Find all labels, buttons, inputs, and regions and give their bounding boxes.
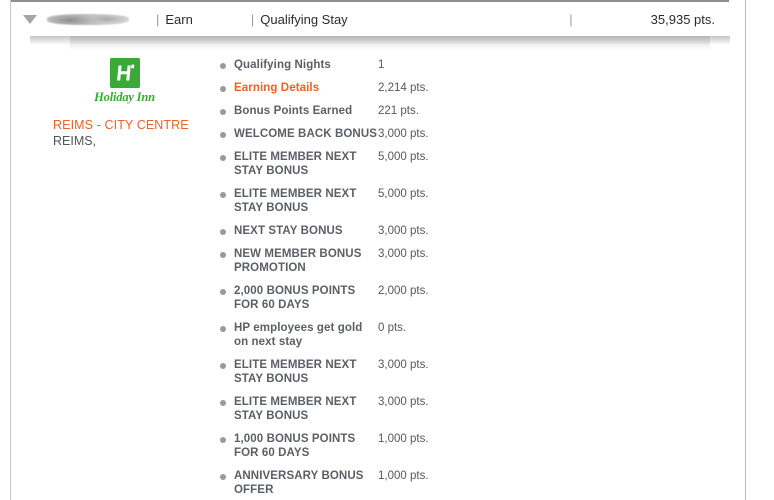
earning-detail-list: Qualifying Nights 1 Earning Details 2,214 p… — [220, 58, 550, 500]
header-earn-cell: | Earn — [156, 12, 193, 27]
earning-detail-row: WELCOME BACK BONUS 3,000 pts. — [220, 127, 550, 141]
bullet-icon — [220, 229, 226, 235]
bullet-icon — [220, 86, 226, 92]
bullet-icon — [220, 437, 226, 443]
earning-detail-label: ELITE MEMBER NEXT STAY BONUS — [234, 188, 357, 214]
stay-detail-body: Holiday Inn REIMS - CITY CENTRE REIMS, Q… — [11, 45, 729, 500]
bullet-icon — [220, 474, 226, 480]
earning-detail-label: HP employees get gold on next stay — [234, 322, 363, 348]
redacted-date-field — [47, 13, 129, 25]
earning-detail-label: ANNIVERSARY BONUS OFFER — [234, 470, 364, 496]
bullet-icon — [220, 132, 226, 138]
earning-detail-row: Qualifying Nights 1 — [220, 58, 550, 72]
earning-detail-row: ANNIVERSARY BONUS OFFER 1,000 pts. — [220, 469, 550, 497]
separator-pipe-2: | — [250, 11, 255, 27]
bullet-icon — [220, 109, 226, 115]
earning-detail-value: 2,214 pts. — [378, 82, 429, 94]
earning-detail-value: 3,000 pts. — [378, 396, 429, 408]
header-stay-type-label: Qualifying Stay — [260, 11, 348, 27]
earning-detail-value: 3,000 pts. — [378, 248, 429, 260]
bullet-icon — [220, 400, 226, 406]
holiday-inn-logo: Holiday Inn — [53, 58, 218, 105]
header-points-total: 35,935 pts. — [650, 11, 715, 27]
earning-detail-row: ELITE MEMBER NEXT STAY BONUS 3,000 pts. — [220, 395, 550, 423]
earning-details-link[interactable]: Earning Details — [234, 81, 378, 95]
earning-detail-label: WELCOME BACK BONUS — [234, 128, 377, 140]
hotel-info-block: Holiday Inn REIMS - CITY CENTRE REIMS, — [53, 58, 218, 148]
brand-wordmark: Holiday Inn — [94, 90, 155, 104]
header-stay-type-cell: | Qualifying Stay — [251, 12, 348, 27]
earning-detail-row: Earning Details 2,214 pts. — [220, 81, 550, 95]
earning-detail-value: 3,000 pts. — [378, 359, 429, 371]
earning-detail-row: NEW MEMBER BONUS PROMOTION 3,000 pts. — [220, 247, 550, 275]
earning-detail-row: 2,000 BONUS POINTS FOR 60 DAYS 2,000 pts. — [220, 284, 550, 312]
earning-detail-label: NEXT STAY BONUS — [234, 225, 343, 237]
earning-detail-row: ELITE MEMBER NEXT STAY BONUS 5,000 pts. — [220, 150, 550, 178]
header-earn-label: Earn — [165, 11, 193, 27]
bullet-icon — [220, 192, 226, 198]
earning-detail-value: 2,000 pts. — [378, 285, 429, 297]
separator-pipe-1: | — [156, 11, 160, 27]
earning-detail-label: Qualifying Nights — [234, 59, 331, 71]
page-root: | Earn | Qualifying Stay | 35,935 pts. H… — [0, 0, 774, 500]
hotel-property-name[interactable]: REIMS - CITY CENTRE — [53, 118, 218, 132]
earning-detail-label: ELITE MEMBER NEXT STAY BONUS — [234, 359, 357, 385]
earning-detail-value: 5,000 pts. — [378, 151, 429, 163]
earning-detail-label: 1,000 BONUS POINTS FOR 60 DAYS — [234, 433, 356, 459]
earning-detail-row: ELITE MEMBER NEXT STAY BONUS 3,000 pts. — [220, 358, 550, 386]
bullet-icon — [220, 363, 226, 369]
frame-right-border — [745, 0, 746, 500]
earning-detail-value: 3,000 pts. — [378, 225, 429, 237]
earning-detail-value: 5,000 pts. — [378, 188, 429, 200]
earning-detail-value: 1,000 pts. — [378, 470, 429, 482]
hotel-city: REIMS, — [53, 134, 97, 148]
triangle-down-icon[interactable] — [23, 14, 37, 24]
earning-detail-label: 2,000 BONUS POINTS FOR 60 DAYS — [234, 285, 356, 311]
separator-pipe-3: | — [569, 11, 573, 27]
bullet-icon — [220, 63, 226, 69]
bullet-icon — [220, 252, 226, 258]
earning-detail-label: ELITE MEMBER NEXT STAY BONUS — [234, 396, 357, 422]
earning-detail-label: ELITE MEMBER NEXT STAY BONUS — [234, 151, 357, 177]
earning-detail-label: NEW MEMBER BONUS PROMOTION — [234, 248, 362, 274]
earning-detail-value: 1 — [378, 59, 385, 71]
earning-detail-row: ELITE MEMBER NEXT STAY BONUS 5,000 pts. — [220, 187, 550, 215]
earning-detail-value: 1,000 pts. — [378, 433, 429, 445]
earning-detail-row: HP employees get gold on next stay 0 pts. — [220, 321, 550, 349]
bullet-icon — [220, 155, 226, 161]
header-points-cell: | 35,935 pts. — [569, 12, 715, 27]
stay-summary-header[interactable]: | Earn | Qualifying Stay | 35,935 pts. — [11, 0, 729, 36]
earning-detail-row: 1,000 BONUS POINTS FOR 60 DAYS 1,000 pts. — [220, 432, 550, 460]
bullet-icon — [220, 289, 226, 295]
earning-detail-label: Bonus Points Earned — [234, 105, 353, 117]
earning-detail-value: 3,000 pts. — [378, 128, 429, 140]
holiday-inn-mark-icon — [109, 58, 140, 88]
earning-detail-row: NEXT STAY BONUS 3,000 pts. — [220, 224, 550, 238]
earning-detail-value: 221 pts. — [378, 105, 419, 117]
earning-detail-row: Bonus Points Earned 221 pts. — [220, 104, 550, 118]
header-dropshadow — [30, 36, 730, 45]
earning-detail-value: 0 pts. — [378, 322, 407, 334]
bullet-icon — [220, 326, 226, 332]
